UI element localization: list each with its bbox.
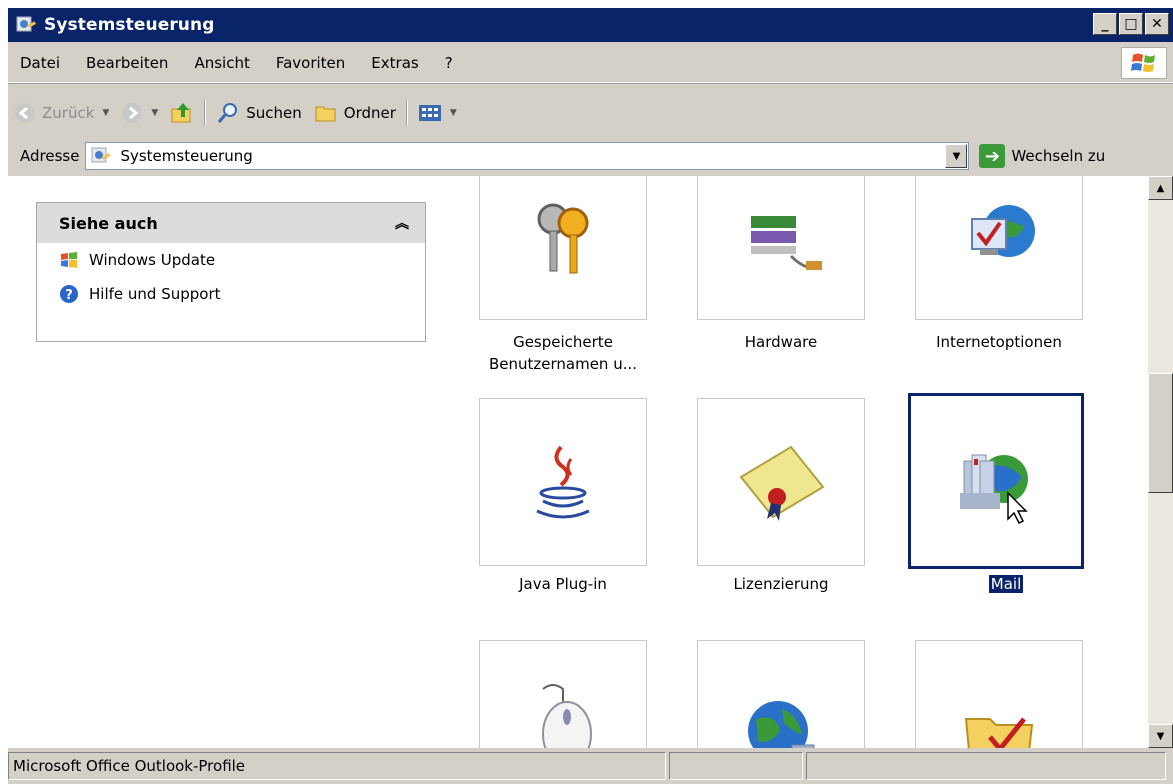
menu-help[interactable]: ?: [432, 54, 466, 72]
folders-label: Ordner: [343, 104, 396, 122]
scroll-thumb[interactable]: [1148, 373, 1173, 493]
vertical-scrollbar[interactable]: ▲ ▼: [1148, 176, 1173, 748]
menu-edit[interactable]: Bearbeiten: [73, 54, 181, 72]
back-button[interactable]: Zurück ▼: [8, 97, 115, 129]
search-icon: [218, 103, 238, 123]
views-button[interactable]: ▼: [412, 97, 463, 129]
address-label: Adresse: [20, 147, 80, 165]
address-input[interactable]: Systemsteuerung ▼: [85, 142, 970, 170]
address-bar: Adresse Systemsteuerung ▼ ➔ Wechseln zu: [8, 138, 1173, 174]
status-cell-3: [806, 752, 1166, 780]
windows-logo-icon: [1121, 47, 1167, 79]
svg-text:?: ?: [65, 288, 73, 303]
internet-options-icon: [971, 205, 1035, 257]
help-support-label: Hilfe und Support: [89, 285, 221, 303]
item-saved-credentials-label[interactable]: Gespeicherte Benutzernamen u...: [453, 331, 673, 375]
toolbar-separator: [405, 100, 408, 126]
folders-button[interactable]: Ordner: [308, 97, 402, 129]
network-icon: [748, 701, 815, 748]
item-hardware[interactable]: [697, 176, 865, 320]
scheduled-folder-icon: [964, 717, 1034, 748]
license-icon: [739, 445, 825, 521]
search-label: Suchen: [246, 104, 302, 122]
window-title: Systemsteuerung: [44, 15, 215, 35]
hardware-icon: [751, 216, 822, 270]
folder-up-icon: [171, 103, 191, 123]
address-value: Systemsteuerung: [120, 147, 253, 165]
close-button[interactable]: ✕: [1145, 13, 1169, 35]
menu-bar: Datei Bearbeiten Ansicht Favoriten Extra…: [8, 44, 1173, 83]
item-scheduled-tasks[interactable]: [915, 640, 1083, 748]
item-hardware-label[interactable]: Hardware: [671, 331, 891, 353]
status-cell-2: [669, 752, 803, 780]
control-panel-icon: [91, 147, 111, 163]
folder-icon: [315, 106, 336, 122]
item-mail[interactable]: [908, 393, 1084, 569]
back-label: Zurück: [42, 104, 95, 122]
menu-favorites[interactable]: Favoriten: [263, 54, 358, 72]
status-text: Microsoft Office Outlook-Profile: [8, 752, 666, 780]
item-network[interactable]: [697, 640, 865, 748]
chevron-down-icon[interactable]: ▼: [102, 108, 109, 118]
maximize-button[interactable]: □: [1119, 13, 1143, 35]
item-licensing[interactable]: [697, 398, 865, 566]
item-licensing-label[interactable]: Lizenzierung: [671, 573, 891, 595]
go-button[interactable]: ➔ Wechseln zu: [979, 144, 1105, 168]
see-also-title: Siehe auch: [59, 213, 158, 233]
chevron-down-icon[interactable]: ▼: [450, 108, 457, 118]
scroll-down-button[interactable]: ▼: [1148, 724, 1173, 748]
menu-view[interactable]: Ansicht: [181, 54, 262, 72]
java-icon: [536, 445, 590, 519]
go-arrow-icon: ➔: [979, 144, 1006, 168]
item-java-label[interactable]: Java Plug-in: [453, 573, 673, 595]
views-icon: [418, 105, 441, 121]
forward-button[interactable]: ▼: [115, 97, 164, 129]
minimize-button[interactable]: _: [1093, 13, 1117, 35]
scroll-up-button[interactable]: ▲: [1148, 176, 1173, 200]
windows-update-label: Windows Update: [89, 251, 216, 269]
address-dropdown-button[interactable]: ▼: [945, 144, 968, 168]
item-saved-credentials[interactable]: [479, 176, 647, 320]
collapse-icon[interactable]: ︽: [395, 213, 409, 233]
status-bar: Microsoft Office Outlook-Profile: [8, 748, 1173, 784]
menu-file[interactable]: Datei: [8, 54, 73, 72]
item-mouse[interactable]: [479, 640, 647, 748]
windows-update-icon: [61, 252, 77, 268]
toolbar-separator: [204, 100, 207, 126]
content-area: Siehe auch ︽ Windows Update ? Hilfe und …: [8, 176, 1148, 748]
item-internet-options[interactable]: [915, 176, 1083, 320]
mail-icon: [960, 454, 1028, 525]
title-bar[interactable]: Systemsteuerung _ □ ✕: [8, 8, 1173, 42]
control-panel-icon: [16, 16, 36, 32]
item-mail-label[interactable]: Mail: [896, 573, 1116, 595]
toolbar: Zurück ▼ ▼ Suchen Ordner ▼: [8, 92, 1173, 134]
keys-icon: [537, 203, 589, 274]
up-button[interactable]: [164, 97, 200, 129]
search-button[interactable]: Suchen: [210, 97, 308, 129]
see-also-header[interactable]: Siehe auch ︽: [37, 203, 425, 243]
go-label: Wechseln zu: [1011, 147, 1106, 165]
item-java[interactable]: [479, 398, 647, 566]
item-internet-options-label[interactable]: Internetoptionen: [889, 331, 1109, 353]
explorer-window: Systemsteuerung _ □ ✕ Datei Bearbeiten A…: [8, 8, 1173, 784]
windows-update-link[interactable]: Windows Update: [37, 243, 425, 277]
help-support-link[interactable]: ? Hilfe und Support: [37, 277, 425, 311]
forward-arrow-icon: [122, 103, 143, 123]
menu-tools[interactable]: Extras: [358, 54, 431, 72]
back-arrow-icon: [15, 103, 35, 123]
see-also-panel: Siehe auch ︽ Windows Update ? Hilfe und …: [36, 202, 426, 342]
mouse-icon: [542, 684, 592, 748]
help-icon: ?: [60, 285, 78, 303]
chevron-down-icon[interactable]: ▼: [151, 108, 158, 118]
